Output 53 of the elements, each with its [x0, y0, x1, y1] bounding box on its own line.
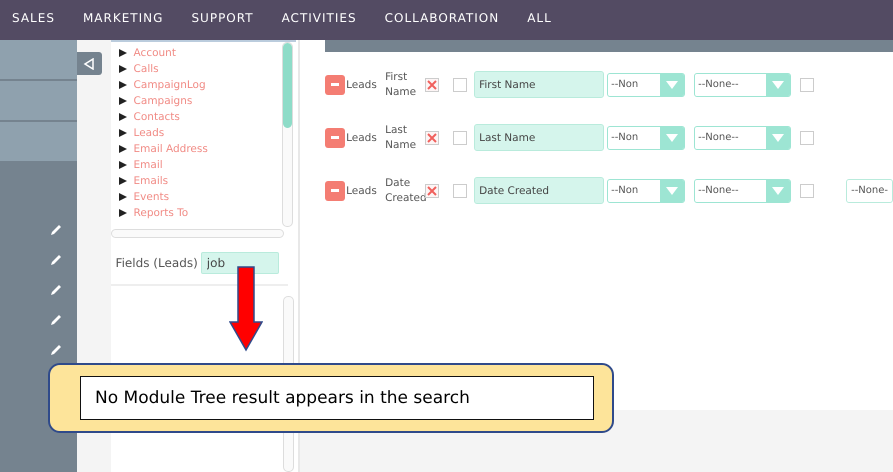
dropdown[interactable]: --None-- [694, 178, 792, 202]
display-checkbox[interactable] [425, 78, 440, 92]
pencil-icon[interactable] [50, 254, 62, 266]
collapse-button[interactable] [76, 52, 102, 75]
caret-icon [772, 134, 784, 142]
module-cell-text: Leads [346, 78, 378, 90]
label-field[interactable]: Last Name [474, 124, 604, 151]
remove-button[interactable] [325, 74, 346, 94]
dropdown[interactable]: --None- [846, 178, 893, 202]
field-label: Fields (Leads) [116, 256, 198, 270]
dropdown[interactable]: --Non [607, 178, 686, 202]
link-checkbox[interactable] [453, 130, 468, 144]
nav-link[interactable]: SUPPORT [191, 11, 254, 25]
nav-link[interactable]: SALES [12, 11, 55, 25]
caret-icon [772, 80, 784, 88]
module-cell-text: Leads [346, 132, 378, 144]
dropdown[interactable]: --Non [607, 72, 686, 96]
group-checkbox[interactable] [800, 184, 814, 198]
dropdown[interactable]: --None-- [694, 72, 792, 96]
caret-icon [666, 186, 678, 194]
caret-icon [772, 186, 784, 194]
nav-link[interactable]: MARKETING [82, 11, 164, 25]
caret-icon [666, 134, 678, 142]
pencil-icon[interactable] [50, 344, 62, 356]
pencil-icon[interactable] [50, 284, 62, 296]
scrollbar[interactable] [282, 42, 294, 227]
field-cell-text: Last Name [385, 122, 418, 152]
dropdown[interactable]: --Non [607, 126, 686, 150]
dropdown[interactable]: --None-- [694, 126, 792, 150]
caret-icon [666, 80, 678, 88]
scrollbar[interactable] [110, 229, 284, 238]
remove-button[interactable] [325, 180, 346, 200]
link-checkbox[interactable] [453, 184, 468, 198]
field-cell-text: First Name [385, 70, 418, 100]
label-field[interactable]: First Name [474, 71, 604, 98]
pencil-icon[interactable] [50, 224, 62, 236]
module-cell-text: Leads [346, 184, 378, 196]
pencil-icon[interactable] [50, 314, 62, 326]
field-cell: Date Created [385, 176, 426, 206]
down-arrow-icon [229, 266, 263, 352]
remove-button[interactable] [325, 128, 346, 148]
nav-link[interactable]: COLLABORATION [384, 11, 500, 25]
callout-text: No Module Tree result appears in the search [80, 376, 594, 420]
display-checkbox[interactable] [425, 184, 440, 198]
display-checkbox[interactable] [425, 130, 440, 144]
group-checkbox[interactable] [800, 78, 814, 92]
group-checkbox[interactable] [800, 130, 814, 144]
triangle-icon [83, 58, 96, 70]
link-checkbox[interactable] [453, 78, 468, 92]
search-field[interactable]: job [200, 252, 279, 274]
label-field[interactable]: Date Created [474, 177, 604, 204]
nav-link[interactable]: ACTIVITIES [282, 11, 357, 25]
nav-link[interactable]: ALL [527, 11, 552, 25]
